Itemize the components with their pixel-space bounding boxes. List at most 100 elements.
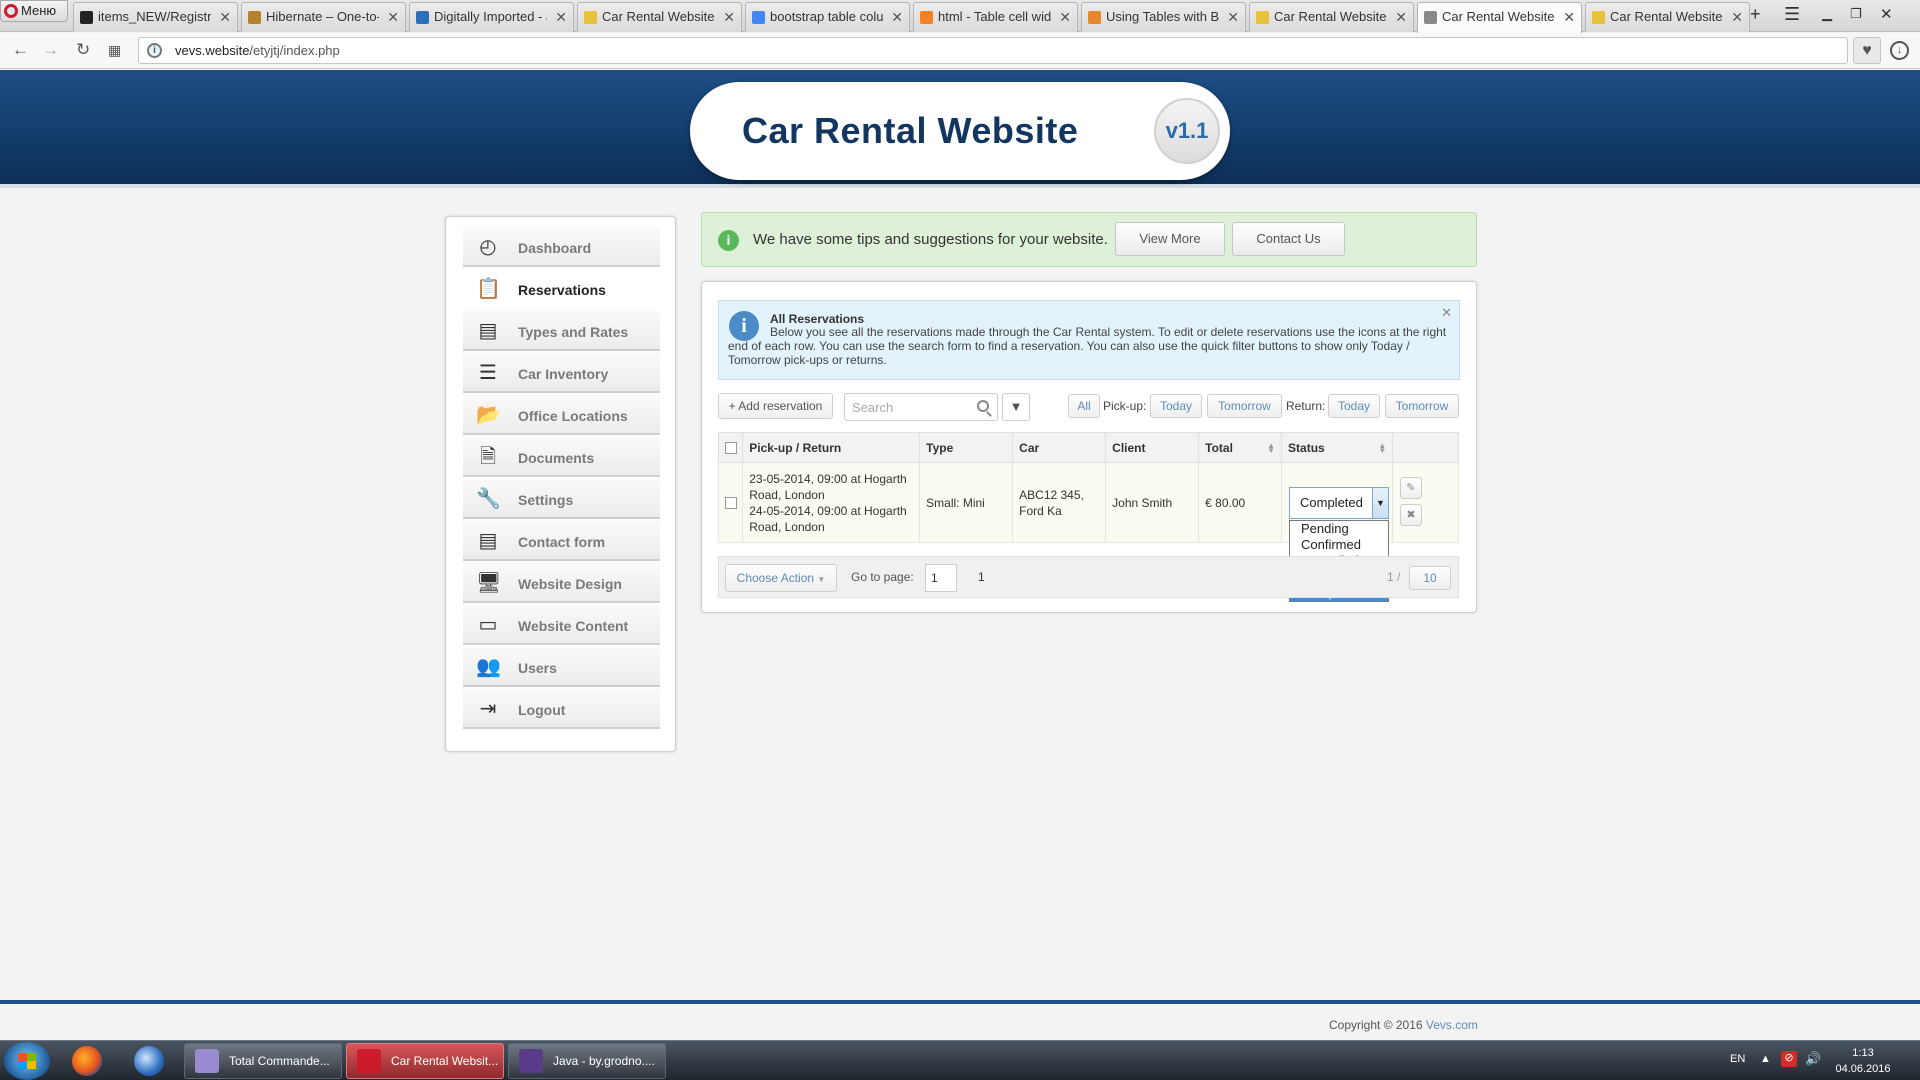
edit-pencil-icon[interactable]: ✎	[1400, 477, 1422, 499]
tab-favicon-icon	[1256, 11, 1269, 24]
clock[interactable]: 1:13 04.06.2016	[1826, 1045, 1900, 1077]
tab-close-icon[interactable]: ✕	[1731, 3, 1743, 31]
users-icon: 👥	[476, 656, 501, 678]
tab-close-icon[interactable]: ✕	[1395, 3, 1407, 31]
return-tomorrow-button[interactable]: Tomorrow	[1385, 394, 1459, 418]
browser-tab[interactable]: items_NEW/Registry/... ✕	[73, 2, 238, 32]
choose-action-button[interactable]: Choose Action ▼	[725, 564, 837, 592]
row-checkbox[interactable]	[725, 497, 737, 510]
browser-tab[interactable]: Using Tables with Bo ✕	[1081, 2, 1246, 32]
sidebar-item-logout[interactable]: ⇥ Logout	[463, 689, 660, 729]
filter-all-button[interactable]: All	[1068, 394, 1100, 418]
sidebar-item-contact-form[interactable]: ▤ Contact form	[463, 521, 660, 561]
maximize-window-icon[interactable]: ❐	[1850, 6, 1862, 22]
info-text: Below you see all the reservations made …	[728, 325, 1447, 367]
goto-page-input[interactable]: 1	[925, 564, 957, 592]
status-option-confirmed[interactable]: Confirmed	[1290, 537, 1388, 553]
globe-browser-icon[interactable]	[134, 1046, 164, 1076]
add-reservation-button[interactable]: + Add reservation	[718, 393, 833, 419]
close-icon[interactable]: ✕	[1441, 305, 1452, 321]
opera-menu-button[interactable]: Меню	[0, 0, 68, 22]
browser-tab[interactable]: Hibernate – One-to-M ✕	[241, 2, 406, 32]
taskbar-button[interactable]: Java - by.grodno....	[508, 1043, 666, 1079]
sidebar-item-types-and-rates[interactable]: ▤ Types and Rates	[463, 311, 660, 351]
back-arrow-icon[interactable]: ←	[12, 40, 29, 60]
app-icon	[357, 1049, 381, 1073]
browser-tab[interactable]: Car Rental Website b ✕	[1417, 2, 1582, 33]
sidebar-item-website-content[interactable]: ▭ Website Content	[463, 605, 660, 645]
column-header-type[interactable]: Type	[919, 432, 1014, 463]
tab-close-icon[interactable]: ✕	[387, 3, 399, 31]
copyright-text: Copyright © 2016	[1329, 1018, 1423, 1032]
vevs-link[interactable]: Vevs.com	[1426, 1018, 1478, 1032]
type-link[interactable]: Small: Mini	[919, 462, 1014, 543]
forward-arrow-icon[interactable]: →	[42, 40, 59, 60]
tab-close-icon[interactable]: ✕	[723, 3, 735, 31]
sidebar-item-reservations[interactable]: 📋 Reservations	[463, 269, 660, 309]
page-number[interactable]: 1	[978, 570, 985, 584]
browser-tab[interactable]: Car Rental Website | ✕	[577, 2, 742, 32]
taskbar-button[interactable]: Total Commande...	[184, 1043, 342, 1079]
sidebar-item-settings[interactable]: 🔧 Settings	[463, 479, 660, 519]
tray-expand-icon[interactable]: ▲	[1760, 1053, 1771, 1065]
dropdown-arrow-icon[interactable]: ▼	[1372, 487, 1389, 519]
delete-x-icon[interactable]: ✖	[1400, 504, 1422, 526]
column-header-total[interactable]: Total ▲ ▼	[1198, 432, 1283, 463]
browser-tab[interactable]: html - Table cell widt ✕	[913, 2, 1078, 32]
column-header-status[interactable]: Status ▲ ▼	[1281, 432, 1394, 463]
volume-icon[interactable]: 🔊	[1805, 1051, 1821, 1067]
speed-dial-grid-icon[interactable]: ▦	[108, 42, 121, 59]
per-page-select[interactable]: 10	[1409, 566, 1451, 590]
taskbar-button[interactable]: Car Rental Websit...	[346, 1043, 504, 1079]
site-info-icon[interactable]: i	[147, 43, 162, 58]
url-field[interactable]: i vevs.website/etyjtj/index.php	[138, 37, 1848, 64]
site-logo[interactable]: Car Rental Website v1.1	[690, 82, 1230, 180]
tab-close-icon[interactable]: ✕	[1563, 3, 1575, 31]
sort-icon[interactable]: ▲ ▼	[1378, 442, 1386, 455]
reload-icon[interactable]: ↻	[76, 40, 90, 60]
browser-tab[interactable]: Car Rental Website | ✕	[1249, 2, 1414, 32]
new-tab-icon[interactable]: +	[1750, 4, 1761, 25]
window-icon: ▭	[478, 614, 498, 636]
sidebar-item-website-design[interactable]: 🖥 Website Design	[463, 563, 660, 603]
tab-close-icon[interactable]: ✕	[1059, 3, 1071, 31]
return-today-button[interactable]: Today	[1328, 394, 1380, 418]
tab-close-icon[interactable]: ✕	[891, 3, 903, 31]
tab-menu-icon[interactable]: ☰	[1784, 4, 1800, 25]
tab-close-icon[interactable]: ✕	[555, 3, 567, 31]
browser-tab[interactable]: Car Rental Website | ✕	[1585, 2, 1750, 32]
column-header-car[interactable]: Car	[1012, 432, 1107, 463]
column-header-client[interactable]: Client	[1105, 432, 1200, 463]
minimize-window-icon[interactable]: ▁	[1822, 6, 1832, 22]
search-input[interactable]: Search	[844, 393, 998, 421]
antivirus-tray-icon[interactable]: ⊘	[1781, 1051, 1797, 1067]
advanced-search-dropdown-button[interactable]: ▼	[1002, 393, 1030, 421]
close-window-icon[interactable]: ✕	[1880, 5, 1893, 23]
car-link[interactable]: ABC12 345, Ford Ka	[1012, 462, 1107, 543]
sidebar-item-office-locations[interactable]: 📂 Office Locations	[463, 395, 660, 435]
contact-us-button[interactable]: Contact Us	[1232, 222, 1345, 256]
sidebar-item-dashboard[interactable]: ◴ Dashboard	[463, 227, 660, 267]
status-select[interactable]: Completed ▼	[1289, 487, 1389, 519]
pickup-today-button[interactable]: Today	[1150, 394, 1202, 418]
browser-tab[interactable]: bootstrap table colum ✕	[745, 2, 910, 32]
view-more-button[interactable]: View More	[1115, 222, 1225, 256]
sidebar-item-car-inventory[interactable]: ☰ Car Inventory	[463, 353, 660, 393]
bookmark-heart-icon[interactable]: ♥	[1853, 37, 1881, 64]
tab-close-icon[interactable]: ✕	[1227, 3, 1239, 31]
language-indicator[interactable]: EN	[1730, 1053, 1745, 1065]
sidebar-item-users[interactable]: 👥 Users	[463, 647, 660, 687]
firefox-icon[interactable]	[72, 1046, 102, 1076]
search-icon[interactable]	[977, 400, 989, 412]
start-button[interactable]	[4, 1042, 50, 1080]
sort-icon[interactable]: ▲ ▼	[1267, 442, 1275, 455]
pickup-tomorrow-button[interactable]: Tomorrow	[1207, 394, 1282, 418]
select-all-checkbox[interactable]	[725, 442, 737, 455]
app-icon	[195, 1049, 219, 1073]
browser-tab[interactable]: Digitally Imported - a ✕	[409, 2, 574, 32]
download-icon[interactable]: ↓	[1890, 41, 1909, 60]
column-header-pickup-return[interactable]: Pick-up / Return	[742, 432, 921, 463]
tab-close-icon[interactable]: ✕	[219, 3, 231, 31]
sidebar-item-documents[interactable]: 🗎 Documents	[463, 437, 660, 477]
status-option-pending[interactable]: Pending	[1290, 521, 1388, 537]
